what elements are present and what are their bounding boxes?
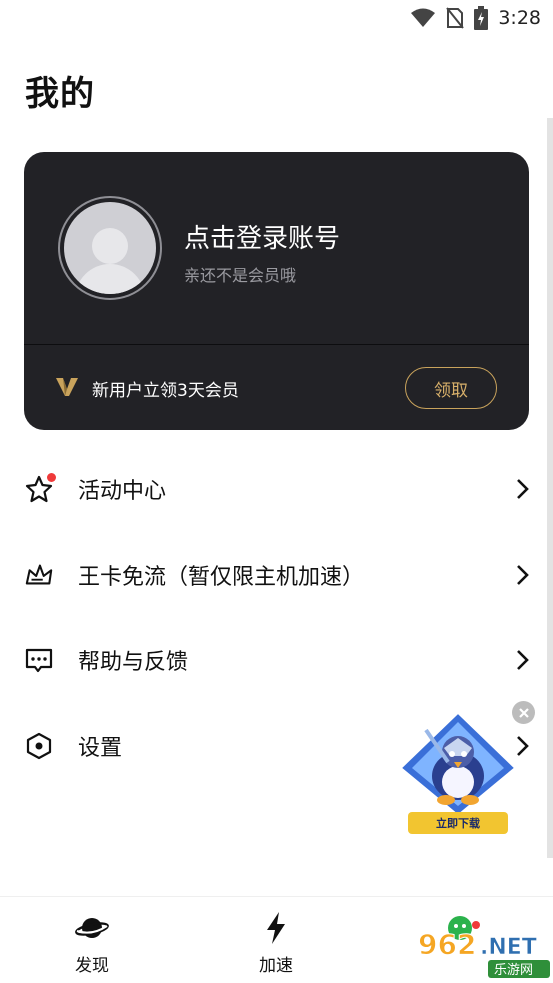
nav-label: 发现 xyxy=(75,956,109,976)
card-divider xyxy=(24,344,529,345)
menu-label: 帮助与反馈 xyxy=(78,650,189,675)
avatar[interactable] xyxy=(58,196,162,300)
vip-logo-icon xyxy=(56,378,78,396)
battery-charging-icon xyxy=(474,6,489,30)
vip-promo-text: 新用户立领3天会员 xyxy=(92,381,239,401)
ad-download-label[interactable]: 立即下载 xyxy=(408,812,508,834)
no-sim-icon xyxy=(446,7,465,29)
chevron-right-icon xyxy=(517,565,529,585)
menu-label: 活动中心 xyxy=(78,479,167,504)
crown-icon xyxy=(24,560,54,590)
lightning-icon xyxy=(267,912,285,944)
status-time: 3:28 xyxy=(498,7,541,29)
svg-text:962: 962 xyxy=(418,928,476,961)
chevron-right-icon xyxy=(517,479,529,499)
status-bar: 3:28 xyxy=(0,0,553,38)
nav-label: 加速 xyxy=(259,956,293,976)
menu-label: 设置 xyxy=(78,736,123,761)
menu-label: 王卡免流（暂仅限主机加速） xyxy=(78,565,365,590)
floating-ad[interactable]: 立即下载 xyxy=(396,709,521,840)
nav-accelerate[interactable]: 加速 xyxy=(226,911,326,976)
penguin-character-icon xyxy=(397,709,519,818)
avatar-placeholder-icon xyxy=(64,202,156,294)
page-title: 我的 xyxy=(25,74,95,114)
menu-item-wangka-free-data[interactable]: 王卡免流（暂仅限主机加速） xyxy=(0,545,553,605)
svg-text:.NET: .NET xyxy=(480,935,537,960)
wifi-icon xyxy=(411,8,436,27)
nav-discover[interactable]: 发现 xyxy=(42,911,142,976)
watermark: 962 .NET 乐游网 xyxy=(414,924,553,980)
settings-hexagon-icon xyxy=(24,731,54,761)
claim-button[interactable]: 领取 xyxy=(405,367,497,409)
login-title[interactable]: 点击登录账号 xyxy=(184,218,340,255)
status-icons: 3:28 xyxy=(410,6,541,30)
svg-text:乐游网: 乐游网 xyxy=(494,963,533,978)
menu-item-help-feedback[interactable]: 帮助与反馈 xyxy=(0,630,553,690)
close-ad-button[interactable] xyxy=(512,701,535,724)
login-subtitle: 亲还不是会员哦 xyxy=(184,266,297,285)
planet-icon xyxy=(75,918,109,938)
profile-card: 点击登录账号 亲还不是会员哦 新用户立领3天会员 领取 xyxy=(24,152,529,430)
close-icon xyxy=(518,707,529,718)
chevron-right-icon xyxy=(517,650,529,670)
notification-dot xyxy=(47,473,56,482)
feedback-chat-icon xyxy=(24,645,54,675)
menu-item-activity-center[interactable]: 活动中心 xyxy=(0,459,553,519)
